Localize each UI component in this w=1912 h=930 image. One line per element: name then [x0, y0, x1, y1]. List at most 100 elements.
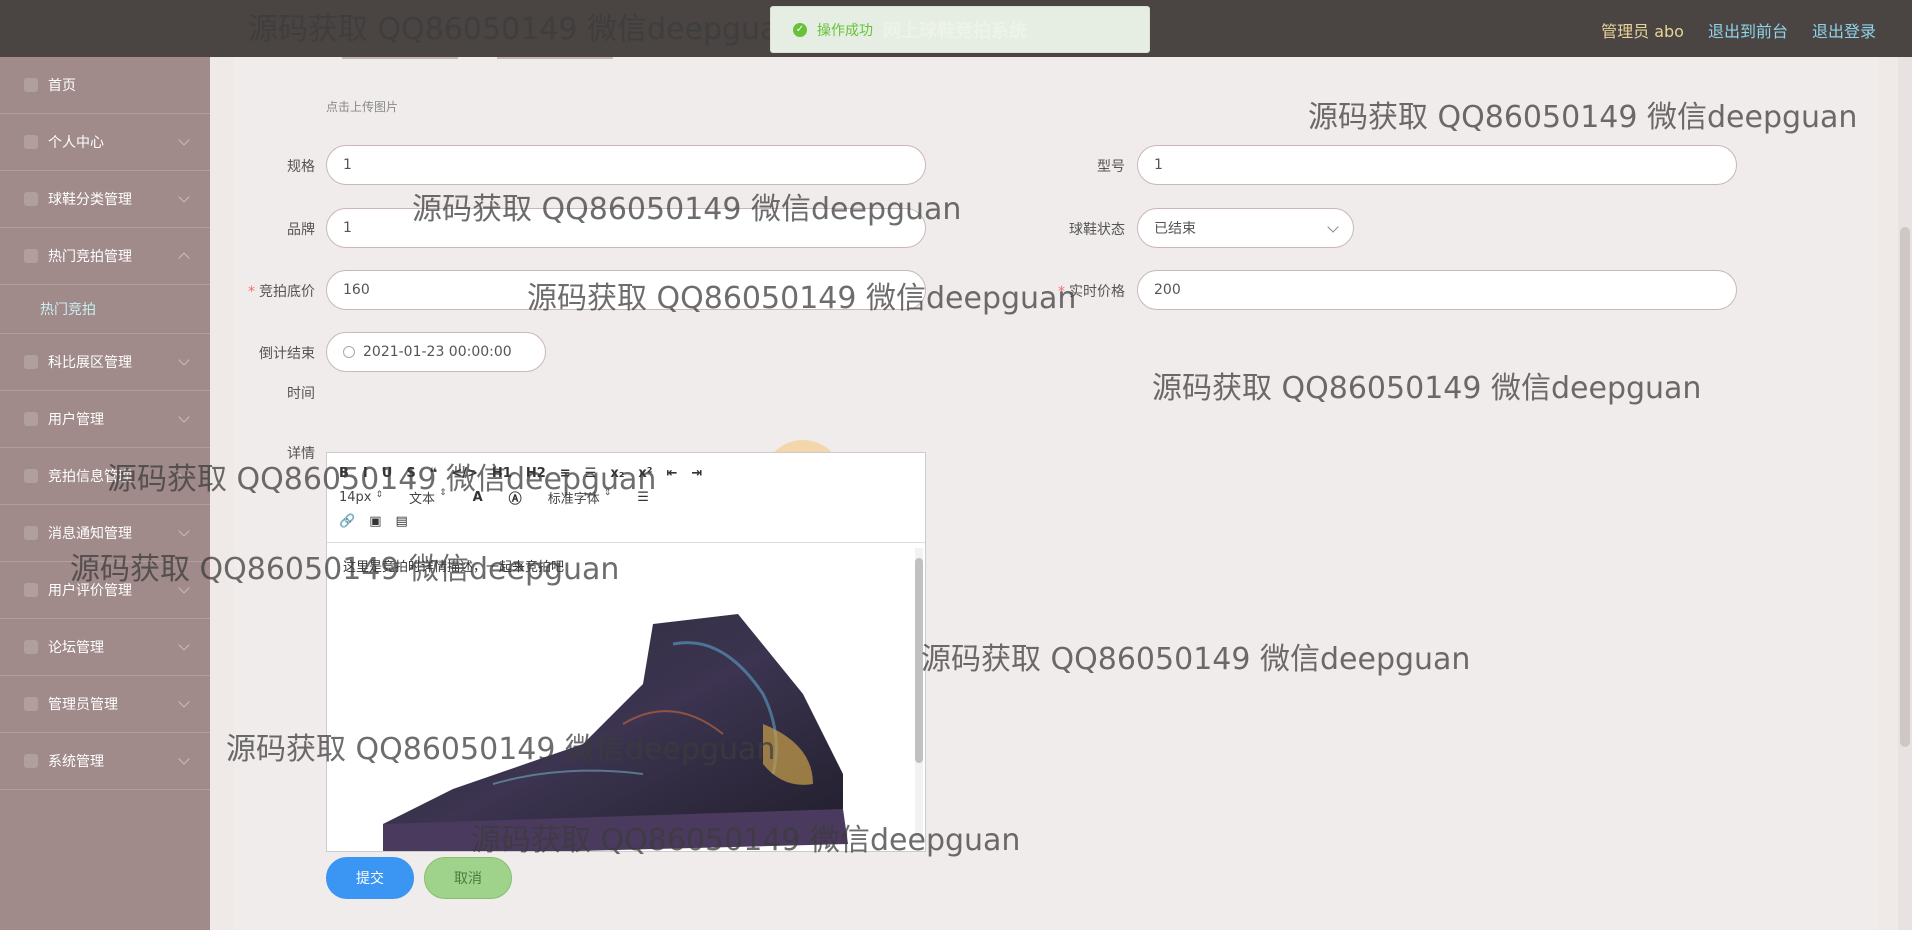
sidebar-subitem-hot-auction[interactable]: 热门竞拍	[0, 285, 210, 334]
quote-button[interactable]: ❝	[430, 466, 438, 481]
code-button[interactable]: </>	[451, 466, 478, 481]
logout-link[interactable]: 退出登录	[1812, 18, 1876, 42]
countdown-datetime-input[interactable]: 2021-01-23 00:00:00	[326, 332, 546, 372]
updown-arrow-icon: ⇕	[439, 487, 447, 498]
chevron-down-icon	[178, 525, 190, 537]
cut-off-field	[497, 57, 613, 59]
h2-button[interactable]: H2	[526, 466, 546, 481]
brand-input[interactable]: 1	[326, 208, 926, 248]
sidebar-item-label: 热门竞拍管理	[48, 249, 132, 265]
status-label: 球鞋状态	[1069, 222, 1125, 238]
video-icon[interactable]: ▤	[395, 514, 407, 529]
brand-label: 品牌	[287, 222, 315, 238]
sidebar-item-messages[interactable]: 消息通知管理	[0, 505, 210, 562]
font-size-value: 14px	[339, 489, 372, 505]
spec-input[interactable]: 1	[326, 145, 926, 185]
strike-button[interactable]: S	[406, 466, 415, 481]
sidebar-item-system[interactable]: 系统管理	[0, 733, 210, 790]
superscript-button[interactable]: x²	[638, 466, 652, 481]
h1-button[interactable]: H1	[492, 466, 512, 481]
model-input[interactable]: 1	[1137, 145, 1737, 185]
upload-tip[interactable]: 点击上传图片	[326, 98, 398, 115]
success-toast: ✓ 操作成功 网上球鞋竞拍系统	[770, 6, 1150, 53]
sidebar-item-hot-auction[interactable]: 热门竞拍管理	[0, 228, 210, 285]
list-icon	[24, 192, 38, 206]
chevron-down-icon	[178, 134, 190, 146]
subscript-button[interactable]: x₂	[610, 466, 624, 481]
link-icon[interactable]: 🔗	[339, 514, 355, 529]
background-color-icon[interactable]: Ⓐ	[509, 488, 522, 507]
toast-message: 操作成功	[817, 22, 873, 39]
image-icon[interactable]: ▣	[369, 514, 381, 529]
info-icon	[24, 469, 38, 483]
sidebar-item-forum[interactable]: 论坛管理	[0, 619, 210, 676]
sidebar-item-kobe-zone[interactable]: 科比展区管理	[0, 334, 210, 391]
font-family-select[interactable]: 标准字体 ⇕	[548, 488, 612, 507]
sidebar-item-home[interactable]: 首页	[0, 57, 210, 114]
countdown-label: 倒计结束	[259, 346, 315, 362]
page-scrollbar[interactable]	[1898, 57, 1912, 930]
editor-scrollbar[interactable]	[915, 548, 923, 844]
realtime-price-label-text: 实时价格	[1069, 284, 1125, 300]
sidebar-item-label: 论坛管理	[48, 640, 104, 656]
shoe-image	[343, 574, 893, 851]
top-bar-right: 管理员 abo 退出到前台 退出登录	[1601, 18, 1876, 42]
sidebar-item-label: 科比展区管理	[48, 355, 132, 371]
system-title: 网上球鞋竞拍系统	[883, 20, 1027, 42]
chevron-down-icon	[178, 354, 190, 366]
chevron-down-icon	[178, 468, 190, 480]
sidebar-item-auction-info[interactable]: 竞拍信息管理	[0, 448, 210, 505]
sidebar-item-users[interactable]: 用户管理	[0, 391, 210, 448]
chevron-down-icon	[178, 582, 190, 594]
menu-icon	[24, 412, 38, 426]
font-color-icon[interactable]: A	[473, 490, 483, 505]
base-price-input[interactable]: 160	[326, 270, 926, 310]
editor-text: 这里是竞拍时详情描述，一起来竞拍吧	[343, 560, 565, 575]
status-select[interactable]: 已结束	[1137, 208, 1354, 248]
chevron-down-icon	[178, 191, 190, 203]
clock-icon	[24, 754, 38, 768]
user-icon	[24, 135, 38, 149]
editor-content[interactable]: 这里是竞拍时详情描述，一起来竞拍吧	[327, 544, 925, 851]
underline-button[interactable]: U	[382, 466, 393, 481]
editor-toolbar: B I U S ❝ </> H1 H2 ≡ ☰ x₂ x² ⇤ ⇥ 14px ⇕ …	[327, 453, 925, 543]
model-label: 型号	[1097, 159, 1125, 175]
chevron-up-icon	[178, 252, 190, 264]
indent-button[interactable]: ⇥	[691, 466, 702, 481]
outdent-button[interactable]: ⇤	[667, 466, 678, 481]
clock-icon	[343, 346, 355, 358]
sidebar-item-profile[interactable]: 个人中心	[0, 114, 210, 171]
updown-arrow-icon: ⇕	[375, 489, 384, 500]
toolbar-row-formatting: B I U S ❝ </> H1 H2 ≡ ☰ x₂ x² ⇤ ⇥	[339, 461, 913, 485]
sidebar-item-label: 竞拍信息管理	[48, 469, 132, 485]
required-marker: *	[1058, 284, 1065, 300]
sidebar-item-admins[interactable]: 管理员管理	[0, 676, 210, 733]
editor-scrollbar-thumb[interactable]	[915, 558, 923, 763]
page-scrollbar-thumb[interactable]	[1900, 227, 1910, 747]
spec-label: 规格	[287, 159, 315, 175]
ordered-list-button[interactable]: ≡	[560, 466, 571, 481]
font-size-select[interactable]: 14px ⇕	[339, 490, 383, 505]
countdown-value: 2021-01-23 00:00:00	[363, 344, 512, 360]
countdown-label-line2: 时间	[287, 386, 315, 402]
sidebar: 首页 个人中心 球鞋分类管理 热门竞拍管理 热门竞拍 科比展区管理 用户管理 竞…	[0, 57, 210, 930]
bullet-list-button[interactable]: ☰	[585, 466, 597, 481]
sidebar-item-reviews[interactable]: 用户评价管理	[0, 562, 210, 619]
align-icon[interactable]: ☰	[637, 490, 649, 505]
chevron-down-icon	[178, 411, 190, 423]
realtime-price-label: * 实时价格	[1045, 281, 1125, 301]
submit-button[interactable]: 提交	[326, 857, 414, 899]
chevron-down-icon	[178, 696, 190, 708]
sidebar-item-shoe-category[interactable]: 球鞋分类管理	[0, 171, 210, 228]
cancel-button[interactable]: 取消	[424, 857, 512, 899]
text-type-select[interactable]: 文本 ⇕	[409, 488, 447, 507]
check-icon: ✓	[793, 22, 807, 37]
bold-button[interactable]: B	[339, 466, 349, 481]
back-to-front-link[interactable]: 退出到前台	[1708, 18, 1788, 42]
italic-button[interactable]: I	[363, 466, 368, 481]
sidebar-item-label: 系统管理	[48, 754, 104, 770]
chevron-down-icon	[1327, 221, 1339, 233]
toolbar-row-fonts: 14px ⇕ 文本 ⇕ A Ⓐ 标准字体 ⇕ ☰	[339, 485, 913, 509]
realtime-price-input[interactable]: 200	[1137, 270, 1737, 310]
rich-text-editor[interactable]: B I U S ❝ </> H1 H2 ≡ ☰ x₂ x² ⇤ ⇥ 14px ⇕ …	[326, 452, 926, 852]
